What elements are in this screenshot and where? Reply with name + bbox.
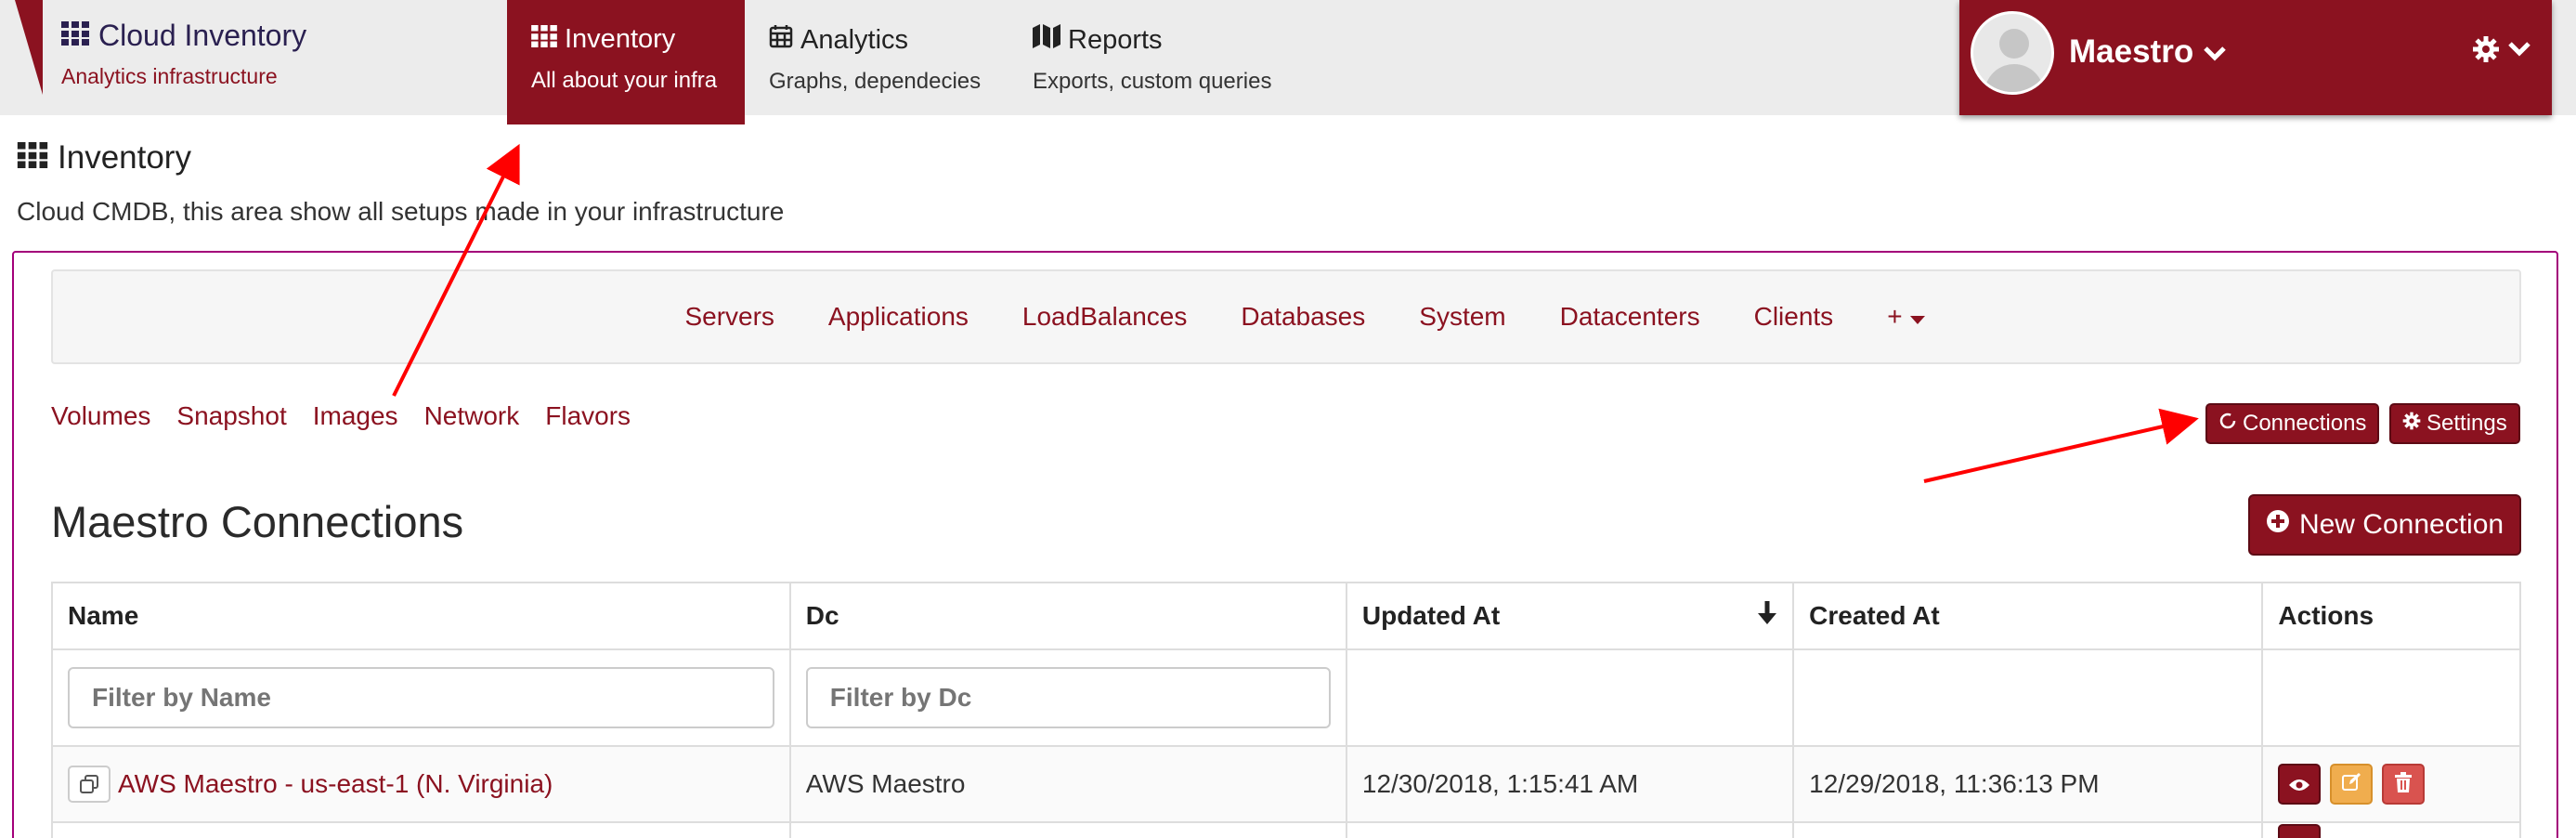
connection-updated-at: 12/30/2018, 1:15:41 AM (1347, 747, 1795, 821)
avatar[interactable] (1971, 11, 2054, 95)
view-button[interactable] (2278, 764, 2322, 805)
filter-dc-input[interactable] (805, 667, 1331, 728)
filter-name-input[interactable] (68, 667, 774, 728)
table-row (53, 823, 2519, 838)
row-actions (2263, 747, 2519, 821)
delete-button[interactable] (2382, 764, 2426, 805)
tab-analytics[interactable]: Analytics Graphs, dependecies (745, 0, 1023, 124)
category-nav: Servers Applications LoadBalances Databa… (51, 269, 2521, 364)
tab-reports-title: Reports (1068, 24, 1163, 55)
settings-button[interactable]: Settings (2389, 403, 2520, 444)
tab-analytics-subtitle: Graphs, dependecies (769, 69, 982, 94)
tab-reports[interactable]: Reports Exports, custom queries (1008, 0, 1324, 124)
page-title: Inventory (17, 139, 191, 177)
gear-icon (2472, 35, 2500, 68)
link-snapshot[interactable]: Snapshot (176, 401, 286, 431)
brand[interactable]: Cloud Inventory Analytics infrastructure (61, 19, 306, 89)
connections-button[interactable]: Connections (2205, 403, 2380, 444)
edit-icon (2341, 769, 2361, 799)
brand-stripe (15, 0, 43, 95)
nav-more-label: + (1887, 302, 1903, 331)
connection-name-link[interactable]: AWS Maestro - us-east-1 (N. Virginia) (118, 769, 553, 799)
user-menu: Maestro (1959, 0, 2552, 115)
spinner-icon (2218, 411, 2237, 437)
grid-icon (61, 19, 89, 53)
new-connection-button[interactable]: New Connection (2248, 494, 2521, 556)
settings-dropdown[interactable] (2472, 35, 2531, 68)
filter-row (53, 650, 2519, 747)
view-button[interactable] (2278, 824, 2322, 838)
connections-label: Connections (2243, 411, 2367, 436)
new-connection-label: New Connection (2298, 509, 2504, 540)
user-name: Maestro (2069, 33, 2194, 70)
column-header-updated-at-label: Updated At (1361, 601, 1501, 630)
calendar-icon (769, 24, 793, 56)
nav-datacenters[interactable]: Datacenters (1560, 302, 1700, 332)
connection-dc: AWS Maestro (791, 747, 1347, 821)
connections-table: Name Dc Updated At Created At Actions Fi… (51, 582, 2521, 838)
brand-title: Cloud Inventory (98, 19, 307, 52)
page-description: Cloud CMDB, this area show all setups ma… (17, 197, 785, 226)
link-network[interactable]: Network (424, 401, 520, 431)
tab-inventory-subtitle: All about your infra (531, 68, 718, 93)
copy-icon[interactable] (68, 766, 111, 803)
edit-button[interactable] (2330, 764, 2374, 805)
chevron-down-icon (2507, 41, 2531, 62)
sort-desc-icon[interactable] (1757, 600, 1777, 632)
page-title-text: Inventory (58, 139, 191, 176)
column-header-name[interactable]: Name (53, 583, 791, 648)
column-header-updated-at[interactable]: Updated At (1347, 583, 1795, 648)
connection-created-at: 12/29/2018, 11:36:13 PM (1794, 747, 2264, 821)
nav-loadbalances[interactable]: LoadBalances (1022, 302, 1187, 332)
nav-databases[interactable]: Databases (1241, 302, 1365, 332)
trash-icon (2395, 769, 2413, 799)
chevron-down-icon (2203, 33, 2227, 71)
tab-inventory[interactable]: Inventory All about your infra (507, 0, 745, 124)
link-images[interactable]: Images (313, 401, 398, 431)
column-header-dc[interactable]: Dc (791, 583, 1347, 648)
brand-subtitle: Analytics infrastructure (61, 64, 278, 88)
map-icon (1033, 24, 1060, 56)
column-header-created-at[interactable]: Created At (1794, 583, 2264, 648)
top-navbar: Cloud Inventory Analytics infrastructure… (0, 0, 2576, 124)
gear-icon (2402, 411, 2421, 437)
caret-down-icon (1909, 302, 1925, 332)
tab-reports-subtitle: Exports, custom queries (1033, 69, 1272, 94)
main-panel: Servers Applications LoadBalances Databa… (12, 251, 2558, 838)
nav-applications[interactable]: Applications (828, 302, 969, 332)
nav-clients[interactable]: Clients (1754, 302, 1834, 332)
grid-icon (17, 139, 48, 177)
table-row: AWS Maestro - us-east-1 (N. Virginia) AW… (53, 747, 2519, 823)
user-dropdown[interactable]: Maestro (2069, 33, 2227, 71)
table-header-row: Name Dc Updated At Created At Actions (53, 583, 2519, 650)
plus-circle-icon (2266, 509, 2290, 541)
link-flavors[interactable]: Flavors (545, 401, 631, 431)
link-volumes[interactable]: Volumes (51, 401, 150, 431)
nav-servers[interactable]: Servers (684, 302, 774, 332)
nav-more-dropdown[interactable]: + (1887, 302, 1925, 332)
nav-system[interactable]: System (1419, 302, 1505, 332)
settings-label: Settings (2426, 411, 2507, 436)
secondary-links: Volumes Snapshot Images Network Flavors (51, 401, 631, 431)
eye-icon (2288, 769, 2310, 799)
column-header-actions: Actions (2278, 601, 2374, 630)
tab-analytics-title: Analytics (800, 24, 909, 55)
section-title: Maestro Connections (51, 497, 464, 546)
grid-icon (531, 24, 557, 55)
tab-inventory-title: Inventory (565, 24, 676, 54)
